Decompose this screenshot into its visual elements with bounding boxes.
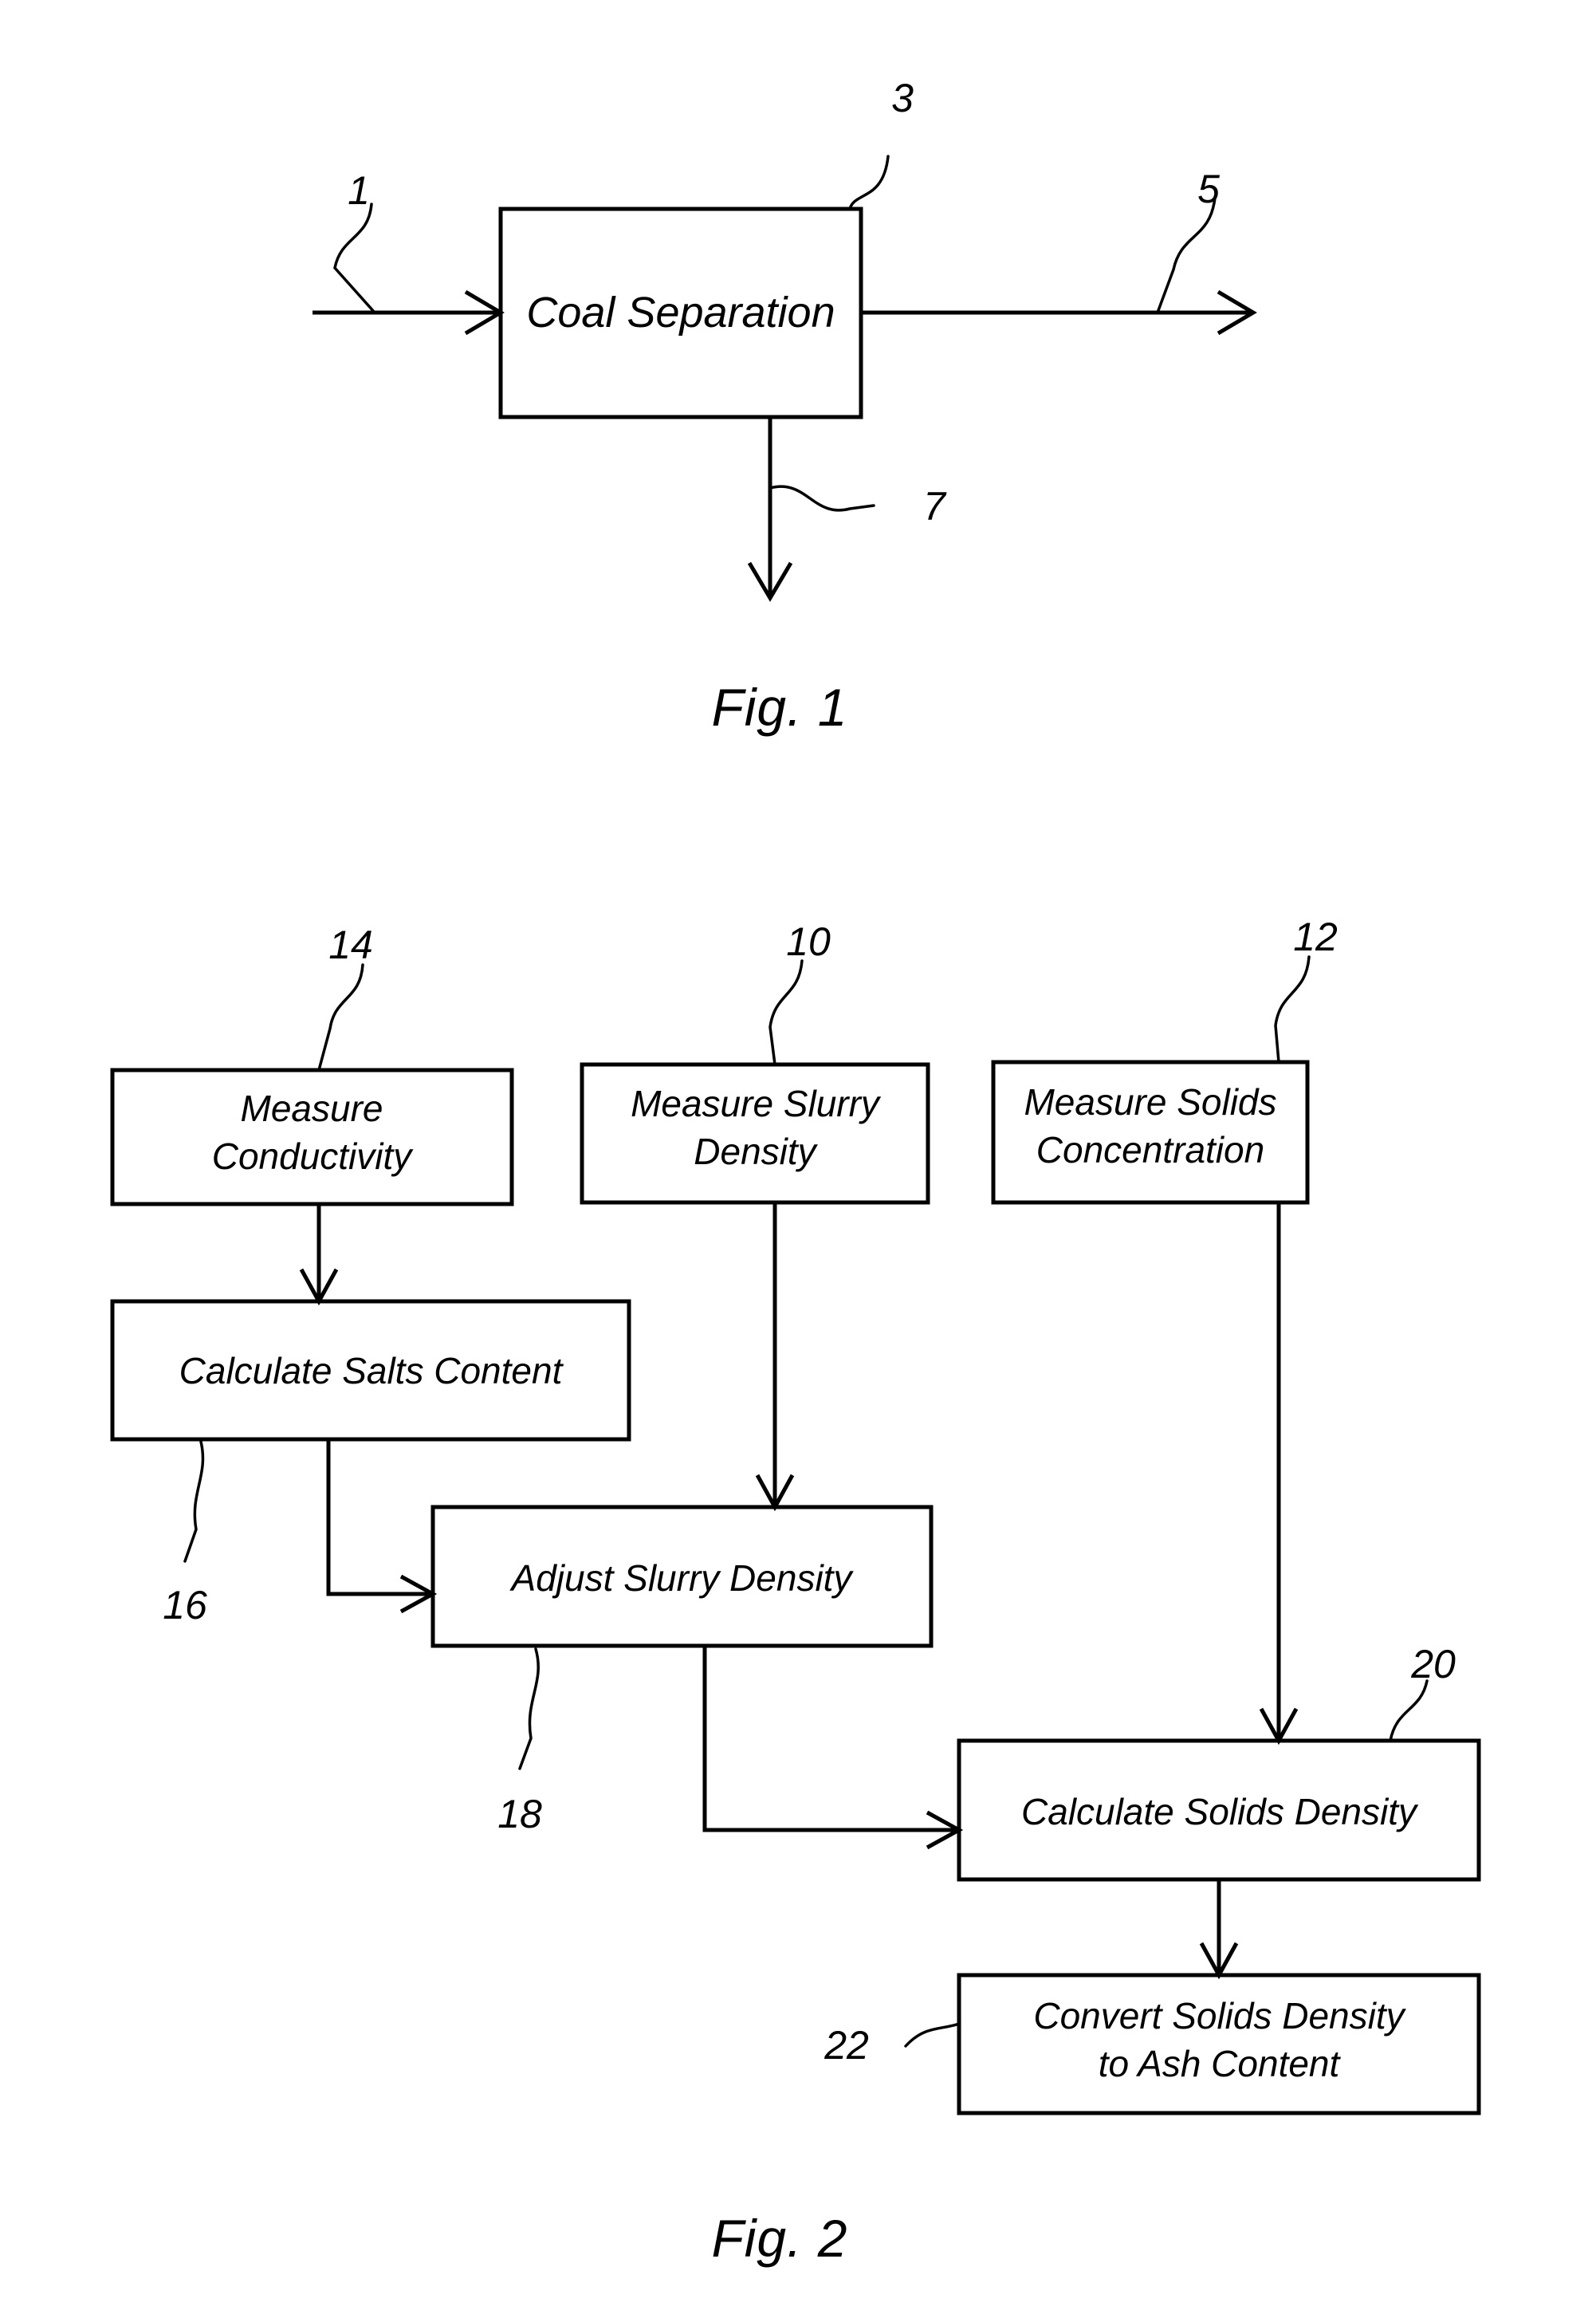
arrowhead-slurry-density-to-adjust	[755, 1474, 795, 1512]
arrowhead-calculate-solids-to-convert	[1199, 1942, 1239, 1980]
figure-2-group: Measure Conductivity 14 Measure Slurry D…	[110, 915, 1481, 2268]
leader-line-ref-1	[333, 203, 376, 314]
figure-1-group: Coal Separation 1 3 5 7 Fig. 1	[313, 76, 1257, 737]
box-calculate-salts-content-label: Calculate Salts Content	[179, 1350, 564, 1391]
box-calculate-salts-content[interactable]	[110, 1299, 631, 1442]
ref-numeral-16: 16	[163, 1583, 207, 1627]
box-measure-solids-concentration-label-line1: Measure Solids	[1024, 1081, 1276, 1123]
box-measure-conductivity-label-line1: Measure	[241, 1088, 383, 1129]
box-calculate-solids-density-label: Calculate Solids Density	[1021, 1791, 1419, 1832]
figure-1-caption: Fig. 1	[711, 678, 847, 737]
ref-numeral-22: 22	[824, 2023, 869, 2068]
box-measure-solids-concentration[interactable]	[991, 1060, 1310, 1205]
leader-line-ref-16	[183, 1440, 205, 1563]
leader-line-ref-22	[904, 2022, 961, 2048]
figure-2-caption: Fig. 2	[711, 2209, 847, 2268]
leader-line-ref-5	[1156, 196, 1217, 314]
leader-line-ref-10	[769, 959, 804, 1066]
leader-line-ref-3	[848, 155, 890, 211]
box-measure-conductivity-label-line2: Conductivity	[212, 1135, 415, 1177]
leader-line-ref-7	[769, 485, 875, 512]
box-convert-solids-density-label-line1: Convert Solids Density	[1033, 1995, 1406, 2037]
arrowhead-product-outlet	[1217, 289, 1257, 336]
figures-canvas: Coal Separation 1 3 5 7 Fig. 1 Measure C…	[110, 76, 1481, 2268]
arrowhead-conductivity-to-salts	[299, 1268, 339, 1306]
leader-line-ref-20	[1389, 1679, 1429, 1742]
arrowhead-solids-concentration-to-calculate	[1259, 1707, 1299, 1745]
ref-numeral-20: 20	[1410, 1642, 1456, 1686]
arrowhead-salts-to-adjust	[399, 1574, 438, 1614]
box-measure-conductivity[interactable]	[110, 1068, 514, 1206]
ref-numeral-10: 10	[786, 919, 831, 964]
leader-line-ref-14	[317, 963, 364, 1072]
box-calculate-solids-density[interactable]	[957, 1738, 1481, 1882]
box-convert-solids-density-to-ash-content[interactable]	[957, 1973, 1481, 2115]
box-convert-solids-density-label-line2: to Ash Content	[1099, 2043, 1342, 2084]
leader-line-ref-12	[1274, 955, 1311, 1064]
flow-adjust-to-calculate-solids	[702, 1646, 959, 1832]
flow-salts-to-adjust	[326, 1439, 433, 1596]
arrowhead-reject-outlet	[747, 561, 793, 602]
ref-numeral-14: 14	[328, 923, 373, 967]
box-measure-solids-concentration-label-line2: Concentration	[1036, 1129, 1264, 1171]
box-coal-separation[interactable]	[498, 207, 863, 419]
ref-numeral-1: 1	[348, 168, 370, 213]
box-adjust-slurry-density[interactable]	[430, 1505, 934, 1648]
ref-numeral-7: 7	[923, 484, 947, 529]
box-measure-slurry-density-label-line1: Measure Slurry	[631, 1083, 882, 1124]
ref-numeral-18: 18	[497, 1792, 542, 1836]
ref-numeral-3: 3	[891, 76, 914, 120]
box-measure-slurry-density-label-line2: Density	[694, 1131, 818, 1172]
ref-numeral-5: 5	[1197, 167, 1220, 211]
ref-numeral-12: 12	[1293, 915, 1338, 959]
box-measure-slurry-density[interactable]	[580, 1062, 930, 1205]
patent-drawing-sheet: Coal Separation 1 3 5 7 Fig. 1 Measure C…	[0, 0, 1596, 2314]
box-coal-separation-label: Coal Separation	[526, 289, 835, 336]
box-adjust-slurry-density-label: Adjust Slurry Density	[509, 1557, 855, 1599]
arrowhead-feed-inlet	[464, 289, 505, 336]
arrowhead-adjust-to-calculate-solids	[926, 1810, 964, 1850]
leader-line-ref-18	[518, 1647, 540, 1770]
